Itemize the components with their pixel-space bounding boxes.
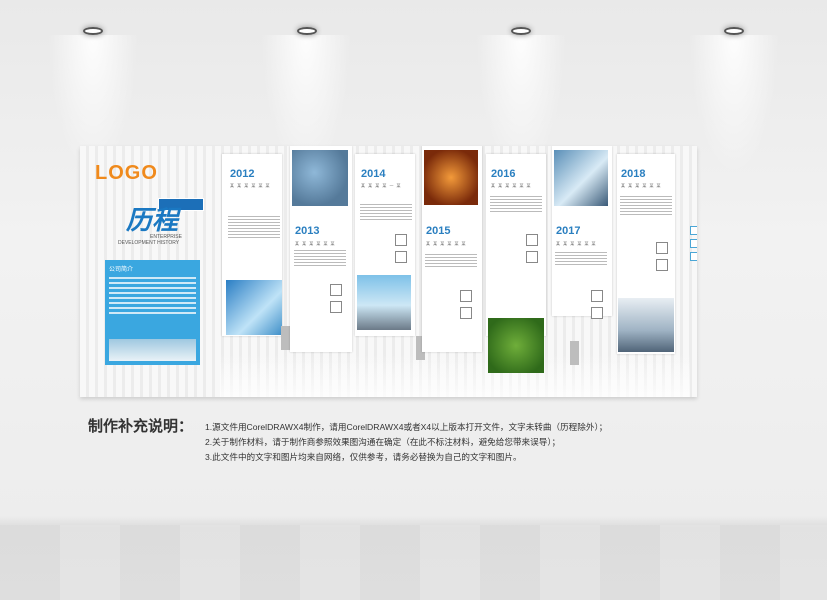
caption-2015: 某 某 某 某 某 某: [426, 241, 467, 246]
photo-2016: [488, 318, 544, 373]
note-item: 2.关于制作材料，请于制作商参照效果图沟通在确定（在此不标注材料，避免给您带来误…: [205, 437, 561, 447]
placeholder-square: [656, 242, 668, 254]
grey-tab: [570, 341, 579, 365]
photo-2013: [292, 150, 348, 206]
placeholder-square: [656, 259, 668, 271]
text-2018: [620, 194, 672, 217]
text-2017: [555, 250, 607, 267]
placeholder-square: [591, 307, 603, 319]
board-title: 历程: [126, 206, 179, 236]
note-item: 3.此文件中的文字和图片均来自网络，仅供参考，请务必替换为自己的文字和图片。: [205, 452, 522, 462]
intro-photo: [109, 339, 196, 361]
spotlight-icon: [724, 27, 744, 35]
grey-tab: [281, 326, 290, 350]
photo-2015: [424, 150, 478, 205]
year-2016: 2016: [491, 168, 516, 180]
text-2013: [294, 248, 346, 268]
decor-square: [690, 252, 697, 261]
placeholder-square: [395, 251, 407, 263]
subtitle-history: DEVELOPMENT HISTORY: [118, 240, 180, 246]
placeholder-square: [526, 234, 538, 246]
photo-2017: [554, 150, 608, 206]
caption-2014: 某 某 某 某 一 某: [361, 183, 402, 188]
spotlight-icon: [511, 27, 531, 35]
year-2012: 2012: [230, 168, 255, 180]
history-wall-board: LOGO 历程 ENTERPRISE DEVELOPMENT HISTORY 公…: [80, 146, 697, 397]
photo-2012: [226, 280, 282, 335]
company-intro-panel: 公司简介: [105, 260, 200, 365]
decor-square: [690, 226, 697, 235]
intro-text: [109, 277, 196, 314]
year-2013: 2013: [295, 225, 320, 237]
spotlight-icon: [297, 27, 317, 35]
placeholder-square: [460, 290, 472, 302]
placeholder-square: [526, 251, 538, 263]
placeholder-square: [330, 301, 342, 313]
photo-2014: [357, 275, 411, 330]
placeholder-square: [591, 290, 603, 302]
note-item: 1.源文件用CorelDRAWX4制作，请用CorelDRAWX4或者X4以上版…: [205, 422, 608, 432]
city-skyline: [220, 352, 690, 397]
year-2017: 2017: [556, 225, 581, 237]
decor-square: [690, 239, 697, 248]
text-2012: [228, 214, 280, 240]
spotlight-icon: [83, 27, 103, 35]
notes-heading: 制作补充说明：: [88, 418, 194, 435]
placeholder-square: [330, 284, 342, 296]
logo: LOGO: [95, 162, 158, 184]
caption-2018: 某 某 某 某 某 某: [621, 183, 662, 188]
text-2014: [360, 202, 412, 222]
placeholder-square: [460, 307, 472, 319]
year-2018: 2018: [621, 168, 646, 180]
text-2016: [490, 194, 542, 214]
floor: [0, 525, 827, 600]
light-beam: [689, 35, 779, 175]
caption-2017: 某 某 某 某 某 某: [556, 241, 597, 246]
year-2015: 2015: [426, 225, 451, 237]
caption-2012: 某 某 某 某 某 某: [230, 183, 271, 188]
year-2014: 2014: [361, 168, 386, 180]
intro-heading: 公司简介: [109, 267, 134, 273]
placeholder-square: [395, 234, 407, 246]
photo-2018: [618, 298, 674, 352]
text-2015: [425, 252, 477, 269]
caption-2016: 某 某 某 某 某 某: [491, 183, 532, 188]
caption-2013: 某 某 某 某 某 某: [295, 241, 336, 246]
